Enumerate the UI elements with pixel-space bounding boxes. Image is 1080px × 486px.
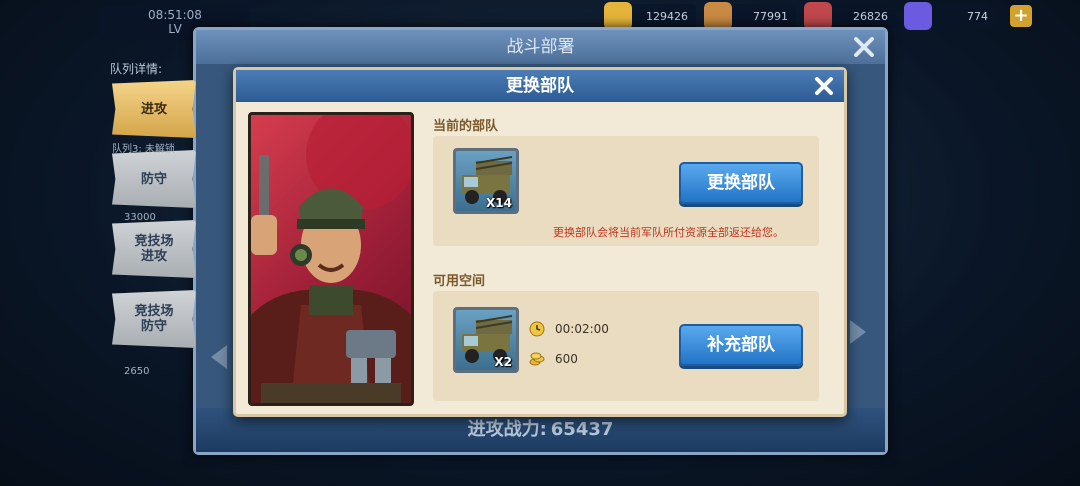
gold-coins-icon (529, 352, 545, 366)
available-unit-card[interactable]: X2 (453, 307, 519, 373)
resource-gem-value: 774 (967, 9, 988, 23)
tab-arena-defense-label: 竞技场 防守 (134, 304, 174, 334)
train-cost: 600 (555, 352, 578, 366)
replenish-troop-button[interactable]: 补充部队 (679, 324, 803, 366)
officer-illustration-icon (251, 115, 411, 403)
available-unit-count: X2 (494, 355, 512, 369)
add-gems-button[interactable]: + (1010, 5, 1032, 27)
current-unit-count: X14 (486, 196, 512, 210)
resource-bar: 129426 77991 26826 774 + (604, 2, 1032, 30)
current-troop-label: 当前的部队 (433, 119, 499, 134)
outer-panel-header: 战斗部署 (196, 30, 885, 64)
modal-title: 更换部队 (506, 76, 574, 96)
current-troop-section: X14 更换部队 更换部队会将当前军队所付资源全部返还给您。 (433, 136, 819, 246)
available-space-label: 可用空间 (433, 274, 486, 289)
resource-gem: 774 (904, 2, 996, 30)
tab-defense[interactable]: 防守 (112, 150, 196, 208)
ammo-icon (804, 2, 832, 30)
resource-gold-value: 129426 (646, 9, 688, 23)
tab-arena-attack-label: 竞技场 进攻 (134, 234, 174, 264)
train-cost-row: 600 (529, 351, 578, 367)
tab-attack-label: 进攻 (140, 101, 167, 117)
available-space-section: X2 00:02:00 600 补充部队 (433, 291, 819, 401)
close-icon[interactable] (810, 72, 838, 100)
officer-portrait (248, 112, 414, 406)
queue-details-title: 队列详情: (110, 62, 163, 76)
resource-gold: 129426 (604, 2, 696, 30)
change-troop-modal: 更换部队 当前的部队 X14 更换部队 更换部队会将当前军队所付资源全部返还给您… (233, 67, 847, 417)
tab-attack[interactable]: 进攻 (112, 80, 196, 138)
modal-header: 更换部队 (236, 70, 844, 102)
queue-note: 队列3: 未解锁 (112, 144, 175, 155)
cost-note: 2650 (124, 366, 150, 377)
attack-power-label: 进攻战力: (467, 419, 547, 440)
clock-icon (529, 321, 545, 337)
tab-arena-attack[interactable]: 竞技场 进攻 (112, 220, 196, 278)
food-icon (704, 2, 732, 30)
gem-icon (904, 2, 932, 30)
tab-arena-defense[interactable]: 竞技场 防守 (112, 290, 196, 348)
change-troop-button[interactable]: 更换部队 (679, 162, 803, 204)
outer-panel-title: 战斗部署 (506, 37, 575, 57)
resource-food-value: 77991 (753, 9, 788, 23)
train-time: 00:02:00 (555, 322, 609, 336)
tab-defense-label: 防守 (140, 171, 167, 187)
resource-ammo-value: 26826 (853, 9, 888, 23)
resource-food: 77991 (704, 2, 796, 30)
outer-close-icon[interactable] (849, 32, 879, 62)
gold-icon (604, 2, 632, 30)
train-time-row: 00:02:00 (529, 321, 609, 337)
power-note: 33000 (124, 212, 156, 223)
top-left-value: 08:51:08 (148, 8, 202, 22)
change-troop-warning: 更换部队会将当前军队所付资源全部返还给您。 (553, 226, 784, 239)
prev-arrow-icon[interactable] (211, 345, 227, 369)
attack-power-value: 65437 (550, 419, 614, 440)
next-arrow-icon[interactable] (850, 320, 866, 344)
resource-ammo: 26826 (804, 2, 896, 30)
current-unit-card[interactable]: X14 (453, 148, 519, 214)
